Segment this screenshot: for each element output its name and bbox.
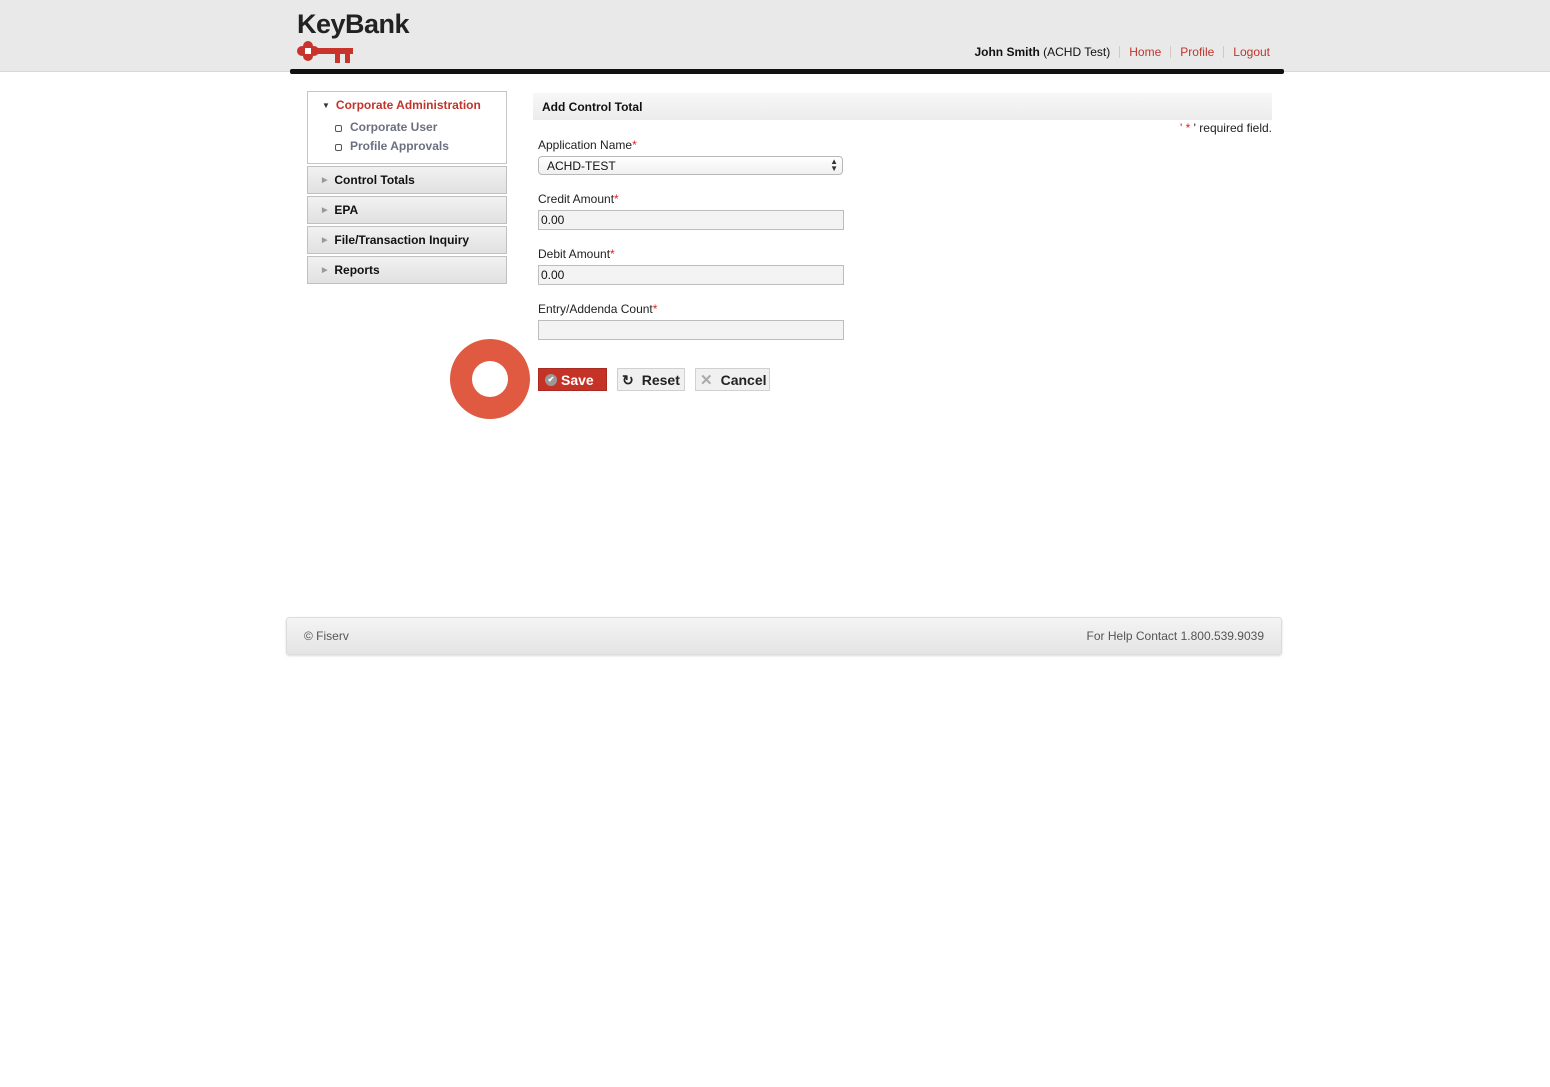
sidebar: ▼ Corporate Administration Corporate Use…	[307, 91, 507, 284]
sidebar-item-label: Corporate User	[350, 120, 438, 134]
label-text: Credit Amount	[538, 192, 615, 206]
required-star: *	[632, 138, 637, 152]
caret-right-icon: ▶	[322, 237, 328, 244]
help-contact-text: For Help Contact 1.800.539.9039	[1086, 629, 1264, 643]
caret-right-icon: ▶	[322, 177, 328, 184]
bullet-icon	[335, 124, 342, 132]
copyright-text: © Fiserv	[304, 629, 349, 643]
top-nav: John Smith (ACHD Test) Home Profile Logo…	[974, 45, 1270, 59]
sidebar-item-profile-approvals[interactable]: Profile Approvals	[335, 139, 506, 153]
cancel-button[interactable]: ✕ Cancel	[695, 368, 770, 391]
logout-link[interactable]: Logout	[1233, 45, 1270, 59]
sidebar-item-reports[interactable]: ▶ Reports	[307, 256, 507, 284]
reset-icon: ↻	[622, 372, 634, 388]
sidebar-section-header[interactable]: ▼ Corporate Administration	[322, 98, 506, 112]
sidebar-item-label: Reports	[334, 263, 380, 277]
home-link[interactable]: Home	[1129, 45, 1161, 59]
bullet-icon	[335, 143, 342, 151]
sidebar-section-label: Corporate Administration	[335, 98, 481, 112]
save-label: Save	[561, 371, 594, 388]
sidebar-item-label: Control Totals	[334, 173, 415, 187]
sidebar-item-epa[interactable]: ▶ EPA	[307, 196, 507, 224]
caret-down-icon: ▼	[322, 100, 330, 110]
sidebar-item-corporate-user[interactable]: Corporate User	[335, 120, 506, 134]
sidebar-item-control-totals[interactable]: ▶ Control Totals	[307, 166, 507, 194]
checkmark-icon: ✔	[545, 373, 557, 386]
panel-title: Add Control Total	[533, 93, 1272, 120]
caret-right-icon: ▶	[322, 267, 328, 274]
header-divider	[290, 69, 1284, 74]
application-name-select[interactable]: ACHD-TEST ▲ ▼	[538, 156, 843, 175]
required-field-note: ' * ' required field.	[1180, 121, 1272, 135]
required-star: *	[614, 192, 619, 206]
keybank-logo[interactable]: KeyBank	[297, 9, 410, 63]
sidebar-item-label: EPA	[334, 203, 359, 217]
user-info: John Smith (ACHD Test)	[974, 45, 1110, 59]
click-indicator-center	[472, 361, 508, 397]
divider	[1119, 46, 1121, 58]
credit-amount-input[interactable]: 0.00	[538, 210, 844, 230]
sidebar-item-label: File/Transaction Inquiry	[334, 233, 470, 247]
debit-amount-input[interactable]: 0.00	[538, 265, 844, 285]
profile-link[interactable]: Profile	[1180, 45, 1214, 59]
credit-amount-label: Credit Amount*	[538, 192, 619, 206]
header-band	[0, 0, 1550, 72]
reset-label: Reset	[641, 371, 680, 388]
click-indicator	[450, 339, 530, 419]
debit-amount-label: Debit Amount*	[538, 247, 615, 261]
cancel-label: Cancel	[720, 371, 767, 388]
required-note-text: ' required field.	[1190, 121, 1272, 135]
logo-text: KeyBank	[297, 9, 410, 39]
save-button[interactable]: ✔ Save	[538, 368, 607, 391]
sidebar-section-corporate-administration: ▼ Corporate Administration Corporate Use…	[307, 91, 507, 164]
application-name-label: Application Name*	[538, 138, 637, 152]
reset-button[interactable]: ↻ Reset	[617, 368, 685, 391]
user-name: John Smith	[974, 45, 1040, 59]
key-icon	[297, 41, 353, 63]
sidebar-item-file-transaction-inquiry[interactable]: ▶ File/Transaction Inquiry	[307, 226, 507, 254]
required-star: *	[610, 247, 615, 261]
divider	[1223, 46, 1225, 58]
selected-value: ACHD-TEST	[547, 158, 616, 173]
required-star: *	[652, 302, 658, 316]
close-icon: ✕	[700, 371, 713, 389]
entry-count-input[interactable]	[538, 320, 844, 340]
footer: © Fiserv For Help Contact 1.800.539.9039	[286, 617, 1282, 655]
caret-right-icon: ▶	[322, 207, 328, 214]
label-text: Entry/Addenda Count	[538, 302, 653, 316]
entry-count-label: Entry/Addenda Count*	[538, 302, 657, 316]
sidebar-item-label: Profile Approvals	[350, 139, 449, 153]
label-text: Application Name	[538, 138, 633, 152]
user-org: (ACHD Test)	[1043, 45, 1111, 59]
select-arrows-icon: ▲ ▼	[830, 157, 838, 173]
label-text: Debit Amount	[538, 247, 611, 261]
divider	[1170, 46, 1172, 58]
